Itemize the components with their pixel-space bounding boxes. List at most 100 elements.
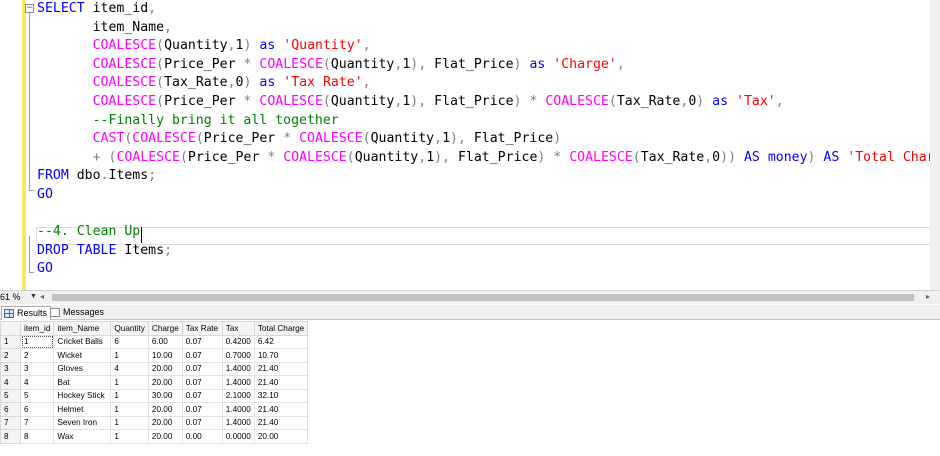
grid-cell[interactable]: 0.07 [181, 402, 223, 417]
scroll-right-icon[interactable]: ▸ [926, 292, 930, 301]
grid-cell[interactable]: 20.00 [147, 429, 183, 444]
row-number[interactable]: 1 [0, 334, 21, 349]
code-line[interactable]: + (COALESCE(Price_Per * COALESCE(Quantit… [37, 149, 940, 168]
grid-cell[interactable]: 1 [110, 415, 149, 430]
row-number[interactable]: 4 [0, 375, 21, 390]
grid-cell[interactable]: 21.40 [253, 402, 309, 417]
table-row[interactable]: 7 7 Seven Iron 1 20.00 0.07 1.4000 21.40 [0, 415, 309, 430]
table-row[interactable]: 8 8 Wax 1 20.00 0.00 0.0000 20.00 [0, 429, 309, 444]
grid-cell[interactable]: 20.00 [147, 402, 183, 417]
collapse-toggle-icon[interactable]: − [25, 4, 34, 13]
grid-cell[interactable]: 2.1000 [221, 388, 255, 403]
grid-cell[interactable]: Wax [53, 429, 112, 444]
table-row[interactable]: 6 6 Helmet 1 20.00 0.07 1.4000 21.40 [0, 402, 309, 417]
table-row[interactable]: 3 3 Gloves 4 20.00 0.07 1.4000 21.40 [0, 361, 309, 376]
grid-cell[interactable]: 0.07 [181, 348, 223, 363]
grid-cell[interactable]: 0.4200 [221, 334, 255, 349]
grid-cell[interactable]: 6 [110, 334, 149, 349]
grid-cell[interactable]: Helmet [53, 402, 112, 417]
grid-cell[interactable]: 8 [19, 429, 55, 444]
grid-cell[interactable]: 0.07 [181, 388, 223, 403]
grid-cell[interactable]: 6.42 [253, 334, 309, 349]
grid-cell[interactable]: Seven Iron [53, 415, 112, 430]
tab-messages[interactable]: Messages [48, 306, 107, 319]
row-number[interactable]: 6 [0, 402, 21, 417]
row-number-header[interactable] [0, 321, 21, 336]
row-number[interactable]: 5 [0, 388, 21, 403]
column-header[interactable]: item_id [19, 321, 55, 336]
grid-cell[interactable]: 3 [19, 361, 55, 376]
grid-cell[interactable]: 2 [19, 348, 55, 363]
grid-cell[interactable]: 6 [19, 402, 55, 417]
code-line[interactable]: GO [37, 186, 940, 205]
grid-cell[interactable]: 1 [110, 429, 149, 444]
grid-cell[interactable]: 21.40 [253, 361, 309, 376]
grid-cell[interactable]: 32.10 [253, 388, 309, 403]
code-line[interactable]: COALESCE(Tax_Rate,0) as 'Tax Rate', [37, 74, 940, 93]
grid-cell[interactable]: 0.07 [181, 334, 223, 349]
code-line[interactable]: --4. Clean Up [37, 223, 940, 242]
grid-cell[interactable]: 5 [19, 388, 55, 403]
query-editor[interactable]: − SELECT item_id, item_Name, COALESCE(Qu… [0, 0, 940, 290]
code-line[interactable]: FROM dbo.Items; [37, 167, 940, 186]
grid-cell[interactable]: 21.40 [253, 415, 309, 430]
grid-cell[interactable]: 21.40 [253, 375, 309, 390]
code-line[interactable]: item_Name, [37, 19, 940, 38]
grid-cell[interactable]: Cricket Balls [53, 334, 112, 349]
grid-cell[interactable]: 1 [19, 334, 55, 349]
column-header[interactable]: Charge [147, 321, 183, 336]
row-number[interactable]: 8 [0, 429, 21, 444]
grid-cell[interactable]: Gloves [53, 361, 112, 376]
code-line[interactable]: CAST(COALESCE(Price_Per * COALESCE(Quant… [37, 130, 940, 149]
table-row[interactable]: 1 1 Cricket Balls 6 6.00 0.07 0.4200 6.42 [0, 334, 309, 349]
grid-cell[interactable]: 4 [110, 361, 149, 376]
vertical-scrollbar[interactable] [930, 0, 940, 290]
grid-cell[interactable]: 1 [110, 375, 149, 390]
grid-cell[interactable]: 20.00 [147, 375, 183, 390]
row-number[interactable]: 3 [0, 361, 21, 376]
grid-cell[interactable]: 0.0000 [221, 429, 255, 444]
code-line[interactable]: --Finally bring it all together [37, 112, 940, 131]
code-line[interactable]: COALESCE(Quantity,1) as 'Quantity', [37, 37, 940, 56]
column-header[interactable]: Total Charge [253, 321, 309, 336]
scroll-left-icon[interactable]: ◂ [40, 292, 44, 301]
column-header[interactable]: Tax Rate [181, 321, 223, 336]
grid-cell[interactable]: 1.4000 [221, 375, 255, 390]
grid-cell[interactable]: 6.00 [147, 334, 183, 349]
code-line[interactable]: COALESCE(Price_Per * COALESCE(Quantity,1… [37, 93, 940, 112]
grid-cell[interactable]: Hockey Stick [53, 388, 112, 403]
table-row[interactable]: 2 2 Wicket 1 10.00 0.07 0.7000 10.70 [0, 348, 309, 363]
code-line[interactable]: COALESCE(Price_Per * COALESCE(Quantity,1… [37, 56, 940, 75]
sql-code[interactable]: SELECT item_id, item_Name, COALESCE(Quan… [37, 0, 940, 279]
grid-cell[interactable]: 30.00 [147, 388, 183, 403]
code-line[interactable]: SELECT item_id, [37, 0, 940, 19]
code-line[interactable]: DROP TABLE Items; [37, 242, 940, 261]
grid-cell[interactable]: 0.07 [181, 415, 223, 430]
grid-cell[interactable]: 4 [19, 375, 55, 390]
tab-results[interactable]: Results [1, 306, 52, 320]
grid-cell[interactable]: 1 [110, 348, 149, 363]
column-header[interactable]: item_Name [53, 321, 112, 336]
code-line[interactable]: GO [37, 260, 940, 279]
grid-cell[interactable]: 7 [19, 415, 55, 430]
grid-cell[interactable]: 20.00 [253, 429, 309, 444]
grid-cell[interactable]: 0.00 [181, 429, 223, 444]
grid-cell[interactable]: 0.07 [181, 361, 223, 376]
grid-cell[interactable]: 20.00 [147, 361, 183, 376]
grid-cell[interactable]: 20.00 [147, 415, 183, 430]
column-header[interactable]: Tax [221, 321, 255, 336]
row-number[interactable]: 7 [0, 415, 21, 430]
column-header[interactable]: Quantity [110, 321, 149, 336]
grid-cell[interactable]: 1.4000 [221, 415, 255, 430]
zoom-level[interactable]: 61 % [0, 292, 21, 302]
table-row[interactable]: 4 4 Bat 1 20.00 0.07 1.4000 21.40 [0, 375, 309, 390]
grid-cell[interactable]: 1 [110, 402, 149, 417]
grid-cell[interactable]: 1 [110, 388, 149, 403]
horizontal-scrollbar-thumb[interactable] [52, 294, 914, 301]
grid-cell[interactable]: 10.70 [253, 348, 309, 363]
table-row[interactable]: 5 5 Hockey Stick 1 30.00 0.07 2.1000 32.10 [0, 388, 309, 403]
grid-cell[interactable]: Wicket [53, 348, 112, 363]
grid-cell[interactable]: 0.7000 [221, 348, 255, 363]
grid-cell[interactable]: 0.07 [181, 375, 223, 390]
zoom-dropdown-icon[interactable]: ▼ [30, 293, 37, 300]
